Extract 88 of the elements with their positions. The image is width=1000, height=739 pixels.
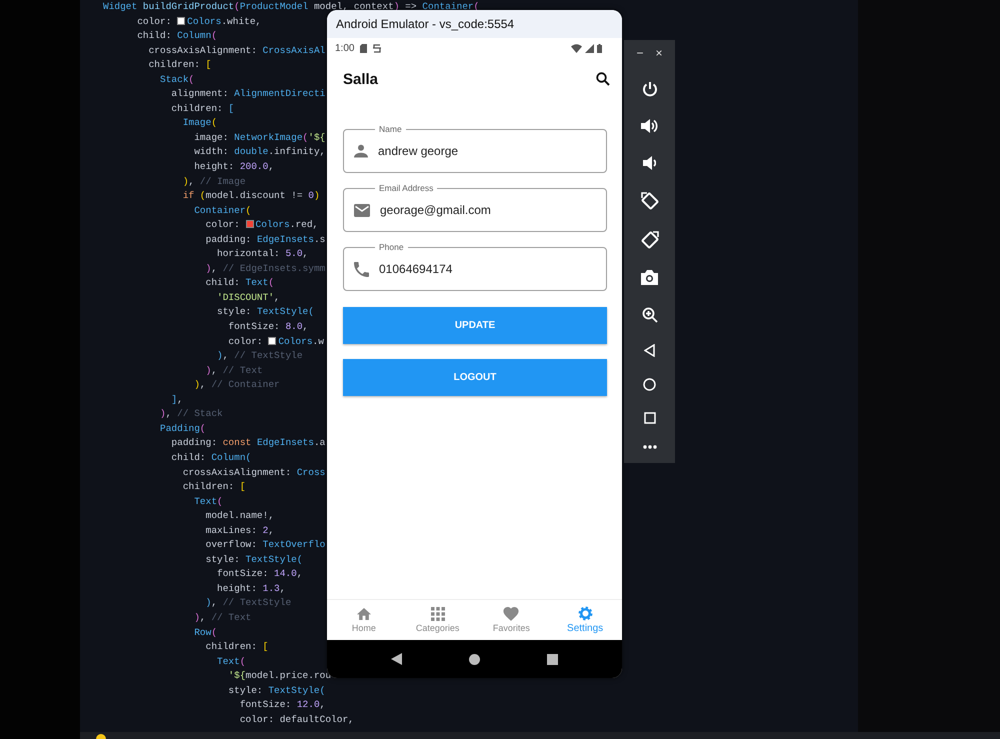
code-line: ), // Text [193, 610, 252, 625]
code-line: ), // Text [204, 364, 263, 378]
code-line: model.name!, [204, 509, 274, 524]
recents-icon[interactable] [547, 654, 558, 664]
code-line: if (model.discount != 0) [182, 189, 320, 204]
notification-icon [373, 43, 382, 53]
person-icon [354, 144, 368, 158]
code-line: Container( [193, 204, 252, 218]
code-line: Text( [193, 494, 223, 509]
grid-icon [430, 607, 445, 621]
overview-icon[interactable] [644, 412, 656, 424]
minimize-button[interactable]: − [636, 46, 644, 60]
home-icon [356, 607, 371, 621]
code-line: Stack( [159, 72, 194, 87]
code-line: 'DISCOUNT', [216, 290, 280, 305]
window-title: Android Emulator - vs_code:5554 [336, 17, 514, 31]
code-line: style: TextStyle( [216, 305, 314, 320]
code-line: padding: EdgeInsets.s [204, 232, 326, 247]
code-line: ], [170, 392, 183, 407]
code-line: ), // Image [182, 174, 246, 189]
code-line: fontSize: 12.0, [238, 698, 326, 712]
code-line: children: [ [204, 640, 268, 654]
volume-down-icon[interactable] [643, 155, 656, 172]
zoom-in-icon[interactable] [642, 306, 658, 323]
power-icon[interactable] [642, 81, 658, 98]
code-line: child: Column( [170, 450, 252, 465]
nav-tab[interactable]: Categories [400, 600, 474, 640]
code-line: style: TextStyle( [227, 684, 326, 698]
nav-tab[interactable]: Home [327, 600, 401, 640]
code-line: children: [ [170, 102, 234, 116]
code-line: style: TextStyle( [204, 552, 303, 567]
code-line: fontSize: 14.0, [216, 567, 303, 582]
code-line: color: Colors.w [227, 334, 324, 349]
code-line: children: [ [148, 58, 212, 72]
code-line: horizontal: 5.0, [216, 247, 308, 262]
code-line: child: Text( [204, 276, 274, 290]
home-circle-icon[interactable] [643, 378, 656, 391]
status-time: 1:00 [335, 42, 354, 54]
code-line: alignment: AlignmentDirecti [170, 87, 326, 102]
heart-icon [503, 607, 520, 621]
more-icon[interactable] [642, 444, 656, 449]
code-line: '${model.price.rou [227, 669, 332, 684]
back-icon[interactable] [644, 344, 655, 357]
volume-up-icon[interactable] [641, 118, 658, 134]
code-line: child: Column( [136, 29, 218, 44]
code-line: ), // Stack [159, 407, 223, 422]
code-line: padding: const EdgeInsets.a [170, 436, 326, 450]
code-line: image: NetworkImage('${ [193, 130, 326, 145]
search-icon[interactable] [596, 72, 610, 86]
code-line: crossAxisAlignment: Cross [182, 466, 326, 480]
code-line: overflow: TextOverflo [204, 538, 326, 552]
action-button[interactable]: UPDATE [343, 307, 607, 344]
battery-icon [597, 44, 602, 52]
code-line: ), // EdgeInsets.symm [204, 262, 326, 276]
code-line: fontSize: 8.0, [227, 320, 308, 334]
phone-icon [354, 262, 369, 276]
back-icon[interactable] [390, 653, 402, 665]
code-line: Text( [216, 654, 246, 669]
code-line: color: Colors.white, [136, 14, 262, 29]
mail-icon [354, 204, 370, 216]
code-line: Row( [193, 626, 218, 640]
code-line: ), // TextStyle [204, 596, 292, 610]
camera-icon[interactable] [641, 270, 658, 286]
app-title: Salla [343, 70, 378, 88]
code-line: Image( [182, 116, 218, 130]
code-line: crossAxisAlignment: CrossAxisAl [148, 44, 326, 58]
code-line: height: 200.0, [193, 160, 274, 174]
nav-tab[interactable]: Settings [548, 600, 622, 640]
code-line: ), // Container [193, 378, 280, 392]
code-line: maxLines: 2, [204, 524, 274, 538]
lightbulb-icon[interactable] [95, 732, 107, 739]
home-circle-icon[interactable] [468, 654, 480, 664]
rotate-right-icon[interactable] [640, 231, 658, 250]
sim-card-icon [360, 44, 368, 52]
code-line: color: defaultColor, [238, 712, 354, 727]
action-button[interactable]: LOGOUT [343, 359, 607, 396]
rotate-left-icon[interactable] [640, 192, 658, 210]
code-line: Padding( [159, 422, 206, 436]
gear-icon [578, 606, 593, 621]
code-line: ), // TextStyle [216, 349, 303, 364]
nav-tab[interactable]: Favorites [474, 600, 548, 640]
code-line: height: 1.3, [216, 582, 286, 596]
wifi-icon [571, 44, 582, 52]
code-line: color: Colors.red, [204, 218, 318, 232]
code-line: width: double.infinity, [193, 145, 326, 160]
signal-icon [585, 44, 594, 52]
code-line: children: [ [182, 480, 246, 494]
close-button[interactable]: × [656, 46, 663, 60]
